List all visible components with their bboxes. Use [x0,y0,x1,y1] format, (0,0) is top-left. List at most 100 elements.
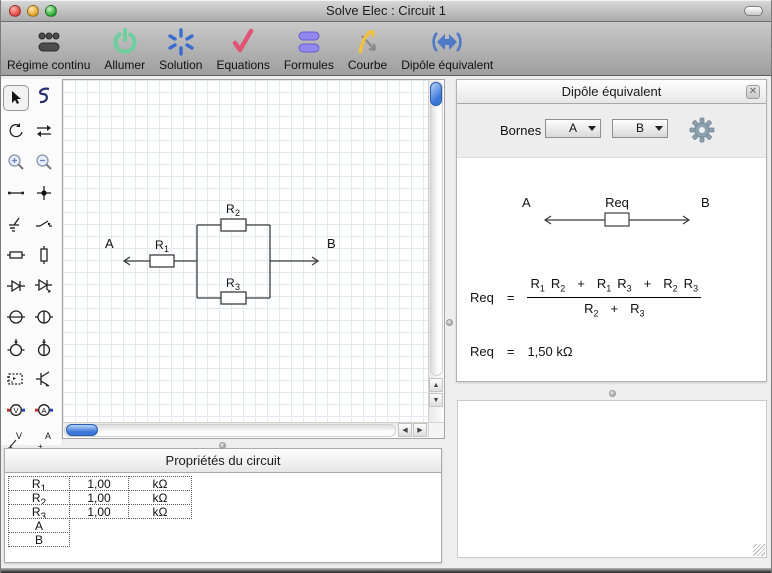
wire-tool[interactable] [3,182,29,204]
dipole-panel-title: Dipôle équivalent [561,84,662,99]
property-row-r3: R3 1,00 kΩ [8,504,441,522]
bars-icon [294,27,324,57]
toolbar-button-equations[interactable]: Equations [216,27,270,72]
circuit-drawing[interactable]: A B R 1 R 2 R 3 [63,80,428,422]
component-name-cell[interactable]: R1 [8,476,70,494]
terminal-b-label: B [327,236,336,251]
checkmark-icon [229,27,257,57]
resistor-h-tool[interactable] [3,244,29,266]
horizontal-scrollbar[interactable]: ◀ ▶ [63,422,428,438]
req-formula: Req = R1 R2 + R1 R3 + R2 R3 R2 + R3 [470,276,702,318]
vertical-scroll-thumb[interactable] [430,82,442,106]
svg-text:A: A [45,431,51,441]
properties-panel-title: Propriétés du circuit [165,453,281,468]
toolbar-button-courbe[interactable]: Courbe [348,27,387,72]
bornes-label: Bornes [500,123,542,138]
component-value-cell[interactable]: 1,00 [69,490,129,505]
voltage-source-tool[interactable] [3,306,29,328]
spark-icon [167,27,195,57]
toolbar-button-solution[interactable]: Solution [159,27,202,72]
node-tool[interactable] [31,182,57,204]
close-panel-button[interactable]: ✕ [746,85,760,99]
scroll-right-button[interactable]: ▶ [413,423,427,437]
switch-tool[interactable] [31,213,57,235]
main-toolbar: Régime continu Allumer Solution Equations Fo… [1,22,771,76]
controlled-source-2-tool[interactable] [31,337,57,359]
dipole-panel-body: A Req B Req = R1 R2 + R1 R3 + R2 R3 R2 + R3 Req [457,158,766,381]
component-name-cell[interactable]: R2 [8,490,70,508]
ammeter-tool[interactable]: A [31,399,57,421]
circuit-canvas[interactable]: A B R 1 R 2 R 3 [63,80,428,422]
resistor-r1[interactable] [149,254,175,268]
gear-icon[interactable] [689,116,715,149]
properties-panel-header[interactable]: Propriétés du circuit [5,449,441,473]
ic-box-tool[interactable] [3,368,29,390]
scroll-down-button[interactable]: ▼ [429,393,443,407]
resistor-r3[interactable] [220,291,247,305]
title-bar[interactable]: Solve Elec : Circuit 1 [1,0,771,22]
vertical-splitter-handle[interactable] [446,319,453,326]
req-diagram-a-label: A [522,195,531,210]
window-bottom-edge [1,568,771,573]
select-tool[interactable] [3,85,29,111]
toolbar-button-allumer[interactable]: Allumer [104,27,145,72]
scroll-up-button[interactable]: ▲ [429,378,443,392]
flip-tool[interactable] [31,120,57,142]
controlled-source-tool[interactable] [3,337,29,359]
toolbar-label: Dipôle équivalent [401,58,494,72]
voltmeter-tool[interactable]: V [3,399,29,421]
svg-text:V: V [16,431,22,441]
resistor-v-tool[interactable] [31,244,57,266]
diode-tool[interactable] [3,275,29,297]
req-diagram-req-label: Req [605,195,629,210]
dipole-panel-header[interactable]: Dipôle équivalent ✕ [457,80,766,104]
vertical-scrollbar[interactable]: ▲ ▼ [428,80,444,422]
zoom-in-tool[interactable] [3,151,29,173]
r1-label: R [155,238,164,252]
component-name-cell[interactable]: A [8,518,70,533]
resistor-r2[interactable] [220,218,247,232]
secondary-results-box [457,400,767,558]
dc-supply-icon [31,27,67,57]
component-name-cell[interactable]: B [8,532,70,547]
borne-a-dropdown[interactable]: A [545,119,601,138]
component-value-cell[interactable]: 1,00 [69,476,129,491]
current-source-tool[interactable] [31,306,57,328]
component-unit-cell[interactable]: kΩ [128,504,192,519]
req-value: 1,50 kΩ [527,344,573,359]
toolbar-label: Equations [216,58,270,72]
toolbar-button-formules[interactable]: Formules [284,27,334,72]
toolbar-label: Régime continu [7,58,91,72]
component-unit-cell[interactable]: kΩ [128,490,192,505]
component-unit-cell[interactable]: kΩ [128,476,192,491]
component-value-cell[interactable]: 1,00 [69,504,129,519]
req-result: Req = 1,50 kΩ [470,344,573,359]
freehand-wire-tool[interactable] [31,85,57,107]
horizontal-scroll-thumb[interactable] [66,424,98,436]
app-window: Solve Elec : Circuit 1 Régime continu All… [0,0,772,573]
transistor-tool[interactable] [31,368,57,390]
toolbar-label: Solution [159,58,203,72]
r2-label: R [226,202,235,216]
photodiode-tool[interactable] [31,275,57,297]
fraction-bar [527,296,702,298]
ground-tool[interactable] [3,213,29,235]
right-splitter-handle[interactable] [609,390,616,397]
resize-grip[interactable] [753,544,765,556]
borne-b-dropdown[interactable]: B [612,119,668,138]
main-content: V A V + A + A B R 1 R 2 R 3 ▲ ▼ ◀ ▶ Dipô… [1,76,771,568]
zoom-out-tool[interactable] [31,151,57,173]
component-name-cell[interactable]: R3 [8,504,70,522]
scroll-left-button[interactable]: ◀ [398,423,412,437]
toolbar-button-dipole-equivalent[interactable]: Dipôle équivalent [401,27,493,72]
rotate-tool[interactable] [3,120,29,142]
svg-text:2: 2 [235,208,240,218]
circuit-properties-panel: Propriétés du circuit R1 1,00 kΩ R2 1,00 kΩ R3… [4,448,442,563]
properties-table: R1 1,00 kΩ R2 1,00 kΩ R3 1,00 kΩ A B [5,473,441,547]
left-splitter-handle[interactable] [219,442,226,449]
toolbar-toggle-button[interactable] [744,6,763,16]
property-row-r2: R2 1,00 kΩ [8,490,441,508]
svg-text:3: 3 [235,282,240,292]
toolbar-button-regime-continu[interactable]: Régime continu [7,27,90,72]
terminal-a-label: A [105,236,114,251]
